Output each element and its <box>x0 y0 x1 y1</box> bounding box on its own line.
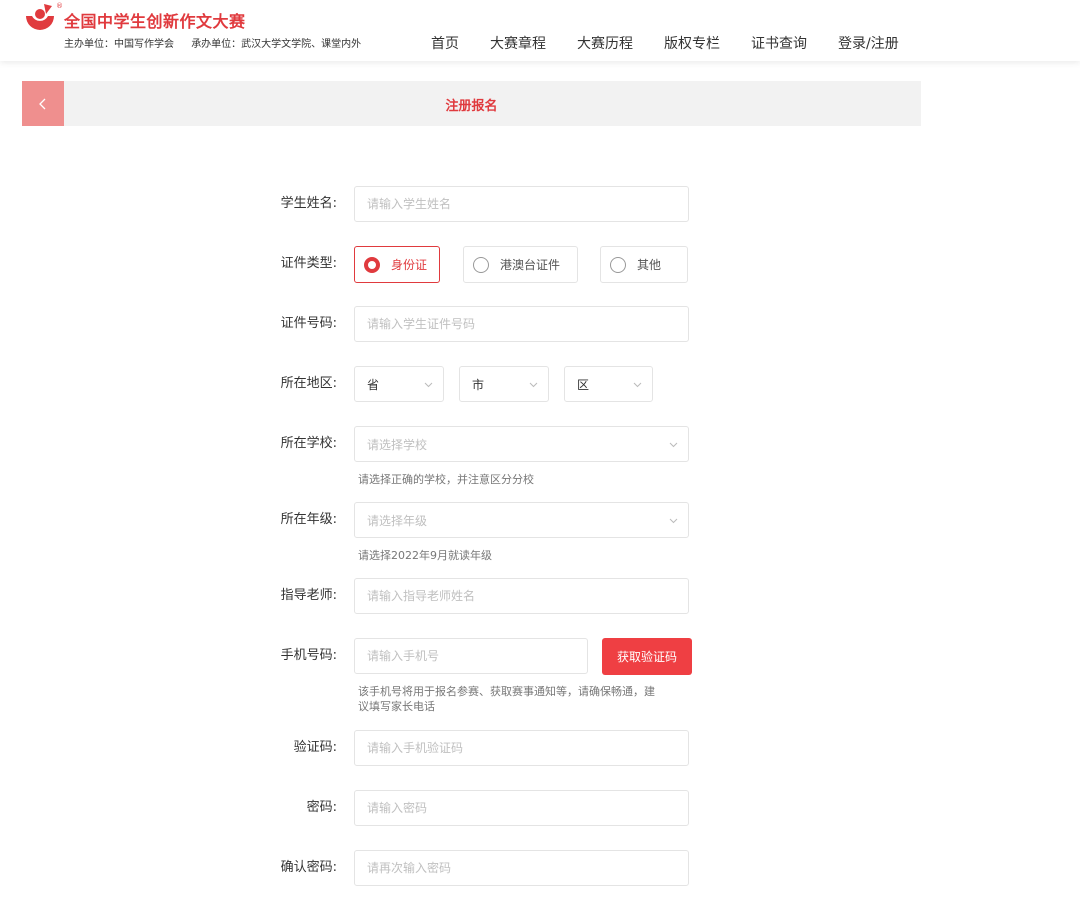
contest-logo-icon[interactable] <box>22 2 58 34</box>
phone-label: 手机号码: <box>280 648 337 663</box>
confirm-password-input[interactable] <box>354 850 689 886</box>
confirm-password-label: 确认密码: <box>280 860 337 875</box>
password-input[interactable] <box>354 790 689 826</box>
id-type-label: 证件类型: <box>280 256 337 271</box>
nav-copyright[interactable]: 版权专栏 <box>664 33 720 53</box>
get-code-button[interactable]: 获取验证码 <box>602 638 692 675</box>
phone-hint: 该手机号将用于报名参赛、获取赛事通知等，请确保畅通，建 议填写家长电话 <box>358 684 655 714</box>
nav-rules[interactable]: 大赛章程 <box>490 33 546 53</box>
main-nav: 首页 大赛章程 大赛历程 版权专栏 证书查询 登录/注册 <box>431 33 899 53</box>
city-select[interactable]: 市 <box>459 366 549 402</box>
district-select[interactable]: 区 <box>564 366 653 402</box>
chevron-down-icon <box>669 442 678 448</box>
chevron-down-icon <box>633 382 642 388</box>
school-hint: 请选择正确的学校，并注意区分分校 <box>358 473 534 486</box>
district-value: 区 <box>577 377 590 392</box>
nav-history[interactable]: 大赛历程 <box>577 33 633 53</box>
grade-label: 所在年级: <box>280 512 337 527</box>
phone-hint-line: 议填写家长电话 <box>358 700 435 713</box>
chevron-down-icon <box>424 382 433 388</box>
page-title: 注册报名 <box>445 99 498 114</box>
grade-select[interactable]: 请选择年级 <box>354 502 689 538</box>
organizer: 主办单位：中国写作学会 <box>64 39 174 50</box>
region-label: 所在地区: <box>280 376 337 391</box>
id-type-option-idcard[interactable]: 身份证 <box>354 246 440 283</box>
co-organizer: 承办单位：武汉大学文学院、课堂内外 <box>191 39 362 50</box>
school-label: 所在学校: <box>280 436 337 451</box>
radio-selected-icon <box>364 256 380 273</box>
radio-unselected-icon <box>610 256 626 273</box>
chevron-down-icon <box>669 518 678 524</box>
phone-hint-line: 该手机号将用于报名参赛、获取赛事通知等，请确保畅通，建 <box>358 685 655 698</box>
id-type-option-other[interactable]: 其他 <box>600 246 688 283</box>
code-input[interactable] <box>354 730 689 766</box>
city-value: 市 <box>472 377 485 392</box>
grade-placeholder: 请选择年级 <box>367 513 428 528</box>
teacher-label: 指导老师: <box>280 588 337 603</box>
radio-unselected-icon <box>473 256 489 273</box>
school-select[interactable]: 请选择学校 <box>354 426 689 462</box>
teacher-input[interactable] <box>354 578 689 614</box>
password-label: 密码: <box>306 800 337 815</box>
code-label: 验证码: <box>293 740 337 755</box>
organizer-info: 主办单位：中国写作学会 承办单位：武汉大学文学院、课堂内外 <box>64 35 375 50</box>
site-title[interactable]: 全国中学生创新作文大赛 <box>64 8 246 32</box>
grade-hint: 请选择2022年9月就读年级 <box>358 549 492 562</box>
chevron-down-icon <box>529 382 538 388</box>
registered-mark: ® <box>56 2 63 10</box>
site-header: ® 全国中学生创新作文大赛 主办单位：中国写作学会 承办单位：武汉大学文学院、课… <box>0 0 1080 61</box>
student-name-input[interactable] <box>354 186 689 222</box>
id-number-label: 证件号码: <box>280 316 337 331</box>
id-number-input[interactable] <box>354 306 689 342</box>
school-placeholder: 请选择学校 <box>367 437 428 452</box>
id-type-option-label: 港澳台证件 <box>500 258 561 272</box>
id-type-option-hk-macau-taiwan[interactable]: 港澳台证件 <box>463 246 578 283</box>
nav-login-register[interactable]: 登录/注册 <box>838 33 899 53</box>
id-type-option-label: 身份证 <box>391 258 428 272</box>
province-select[interactable]: 省 <box>354 366 444 402</box>
phone-input[interactable] <box>354 638 588 674</box>
nav-certificate[interactable]: 证书查询 <box>751 33 807 53</box>
page-title-bar: 注册报名 <box>22 81 921 126</box>
id-type-option-label: 其他 <box>637 258 662 272</box>
student-name-label: 学生姓名: <box>280 196 337 211</box>
nav-home[interactable]: 首页 <box>431 33 459 53</box>
province-value: 省 <box>367 377 380 392</box>
